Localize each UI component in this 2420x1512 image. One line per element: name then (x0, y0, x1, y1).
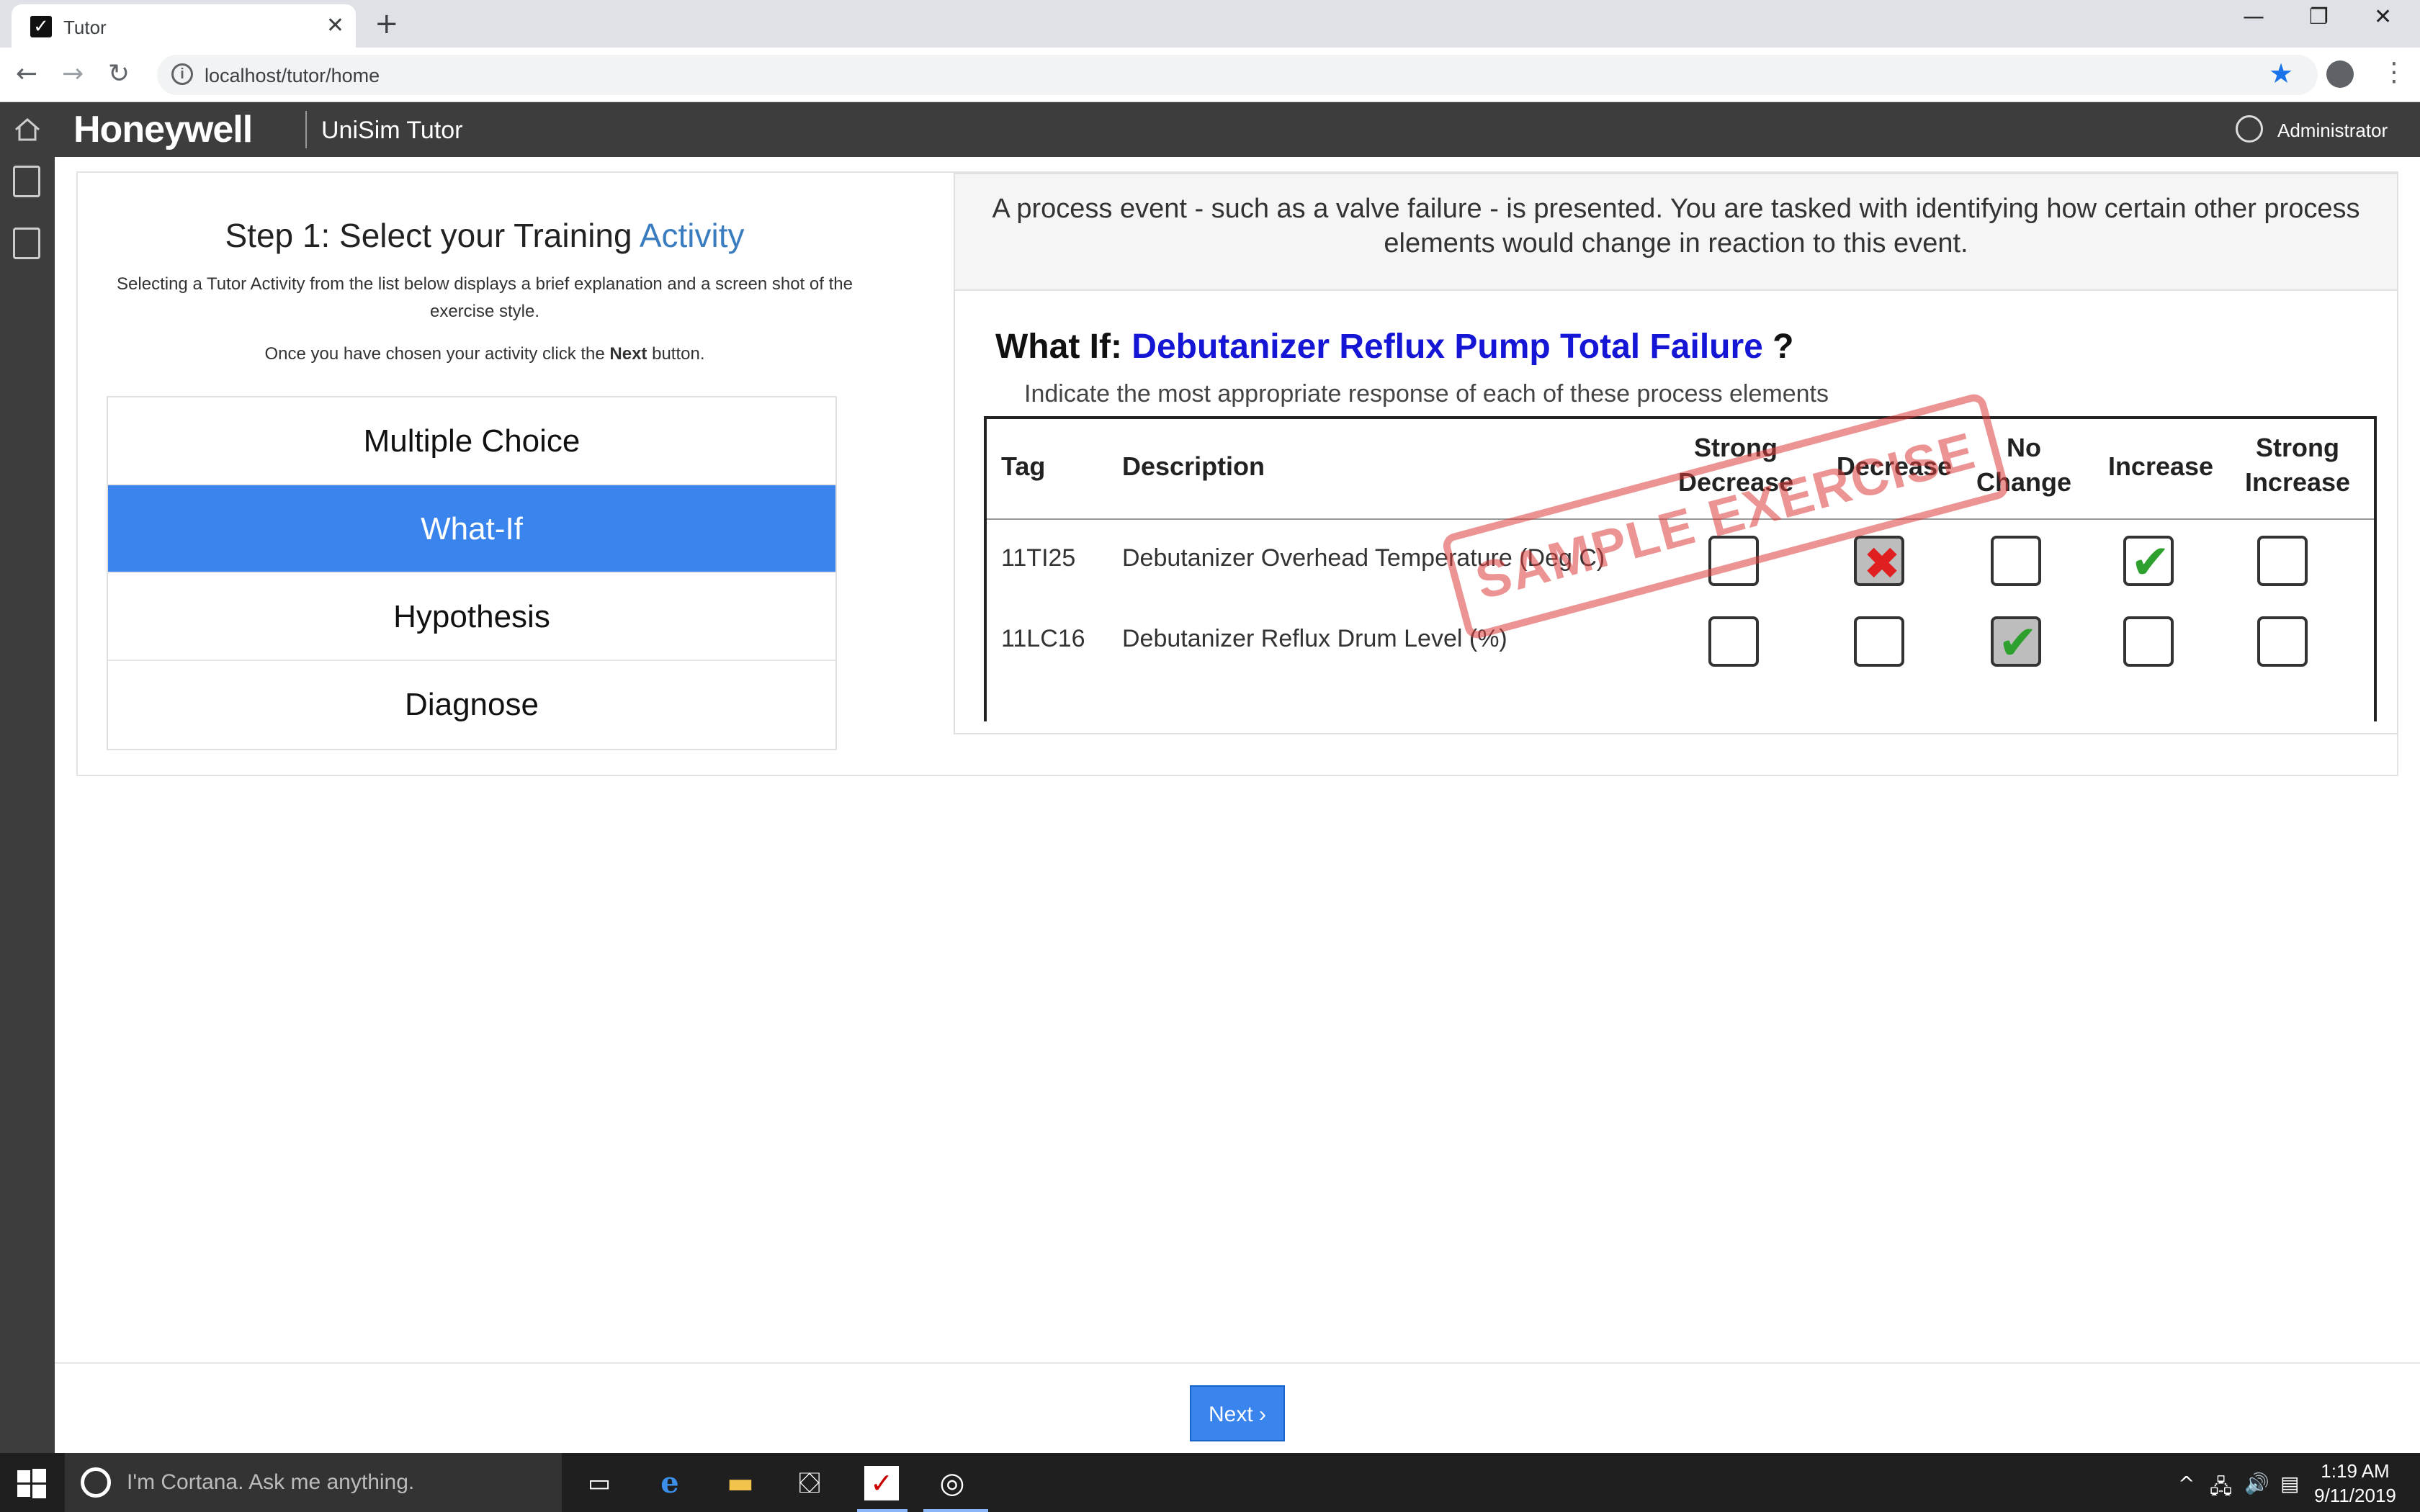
browser-toolbar: ← → ↻ i localhost/tutor/home (0, 48, 2420, 102)
task-view-icon[interactable]: ▭ (582, 1466, 617, 1500)
windows-start-icon[interactable] (16, 1467, 48, 1499)
col-strong-increase-line1: Strong (2256, 433, 2339, 462)
action-center-icon[interactable]: ▤ (2280, 1472, 2299, 1495)
row-2-increase-checkbox (2123, 616, 2174, 667)
row-2-tag: 11LC16 (1001, 625, 1085, 652)
minimize-icon[interactable]: — (2243, 4, 2264, 30)
correct-check-icon: ✔ (1998, 615, 2038, 670)
home-icon[interactable] (13, 115, 42, 144)
activity-list: Multiple Choice What-If Hypothesis Diagn… (107, 396, 837, 750)
cortana-search-box[interactable]: I'm Cortana. Ask me anything. (65, 1453, 562, 1512)
tab-title: Tutor (63, 17, 107, 38)
main-content: Step 1: Select your Training Activity Se… (55, 157, 2420, 1453)
hint-suffix: button. (647, 344, 705, 364)
footer-divider (55, 1362, 2420, 1364)
user-icon[interactable] (2236, 115, 2263, 143)
tutor-app-active-indicator (857, 1509, 908, 1512)
step-title-text: Step 1: Select your Training (225, 217, 640, 254)
row-2-strong-decrease-checkbox (1708, 616, 1759, 667)
activity-diagnose[interactable]: Diagnose (108, 661, 835, 749)
show-hidden-icons-icon[interactable]: ^ (2178, 1472, 2195, 1495)
store-icon[interactable]: ⛋ (792, 1466, 827, 1500)
browser-menu-icon[interactable]: ⋮ (2381, 58, 2407, 87)
row-1-increase-checkbox: ✔ (2123, 534, 2174, 590)
windows-taskbar: I'm Cortana. Ask me anything. ▭ e ▬ ⛋ ✓ … (0, 1453, 2420, 1512)
profile-avatar-icon[interactable] (2326, 60, 2354, 88)
preview-screenshot: What If: Debutanizer Reflux Pump Total F… (984, 318, 2381, 721)
user-name[interactable]: Administrator (2277, 120, 2388, 142)
clock-date: 9/11/2019 (2314, 1485, 2396, 1506)
correct-check-icon: ✔ (2130, 534, 2171, 590)
network-icon[interactable]: 🖧 (2210, 1472, 2232, 1506)
side-rail (0, 157, 55, 1453)
next-button[interactable]: Next › (1190, 1385, 1285, 1441)
row-2-strong-increase-checkbox (2257, 616, 2308, 667)
whatif-instruction: Indicate the most appropriate response o… (1024, 380, 1829, 408)
step-title: Step 1: Select your Training Activity (78, 216, 892, 255)
tutor-app-icon[interactable]: ✓ (864, 1466, 899, 1500)
preview-description: A process event - such as a valve failur… (992, 194, 2360, 258)
restore-icon[interactable]: ❐ (2309, 4, 2329, 30)
row-2-no-change-checkbox: ✔ (1991, 615, 2041, 670)
whatif-title: What If: Debutanizer Reflux Pump Total F… (995, 327, 1794, 366)
training-icon[interactable] (13, 166, 40, 197)
cortana-placeholder[interactable]: I'm Cortana. Ask me anything. (127, 1470, 414, 1495)
col-strong-increase: Strong Increase (2240, 431, 2355, 500)
step-description: Selecting a Tutor Activity from the list… (117, 274, 853, 321)
file-explorer-icon[interactable]: ▬ (723, 1466, 758, 1500)
col-increase: Increase (2107, 451, 2214, 481)
bookmark-star-icon[interactable]: ★ (2269, 58, 2293, 89)
col-strong-increase-line2: Increase (2244, 467, 2351, 497)
activity-hypothesis[interactable]: Hypothesis (108, 573, 835, 661)
row-1-tag: 11TI25 (1001, 544, 1076, 572)
taskbar-clock[interactable]: 1:19 AM 9/11/2019 (2312, 1459, 2398, 1508)
col-description: Description (1122, 451, 1265, 481)
whatif-suffix: ? (1762, 328, 1794, 366)
chrome-browser-icon[interactable]: ◎ (935, 1466, 969, 1500)
tutor-favicon-icon: ✓ (30, 16, 52, 37)
browser-tab[interactable]: ✓ Tutor ✕ (12, 4, 356, 48)
row-2-description: Debutanizer Reflux Drum Level (%) (1122, 625, 1507, 652)
back-icon[interactable]: ← (16, 59, 37, 89)
preview-header: A process event - such as a valve failur… (955, 174, 2397, 291)
brand-divider (305, 111, 307, 148)
edge-browser-icon[interactable]: e (653, 1466, 687, 1500)
activity-preview: A process event - such as a valve failur… (954, 173, 2398, 734)
brand-logo: Honeywell (73, 109, 253, 150)
step-title-accent: Activity (639, 217, 745, 254)
row-1-strong-increase-checkbox (2257, 536, 2308, 586)
hint-next: Next (609, 344, 647, 364)
row-1-decrease-checkbox: ✖ (1854, 536, 1904, 590)
app-header: Honeywell UniSim Tutor Administrator (0, 102, 2420, 157)
url-text[interactable]: localhost/tutor/home (205, 65, 380, 87)
activity-multiple-choice[interactable]: Multiple Choice (108, 397, 835, 485)
site-info-icon[interactable]: i (171, 63, 193, 85)
col-no-change-line1: No (2007, 433, 2041, 462)
row-2-decrease-checkbox (1854, 616, 1904, 667)
address-bar[interactable]: i localhost/tutor/home (157, 55, 2318, 95)
hint-prefix: Once you have chosen your activity click… (264, 344, 610, 364)
forward-icon[interactable]: → (62, 59, 84, 89)
whatif-event: Debutanizer Reflux Pump Total Failure (1131, 328, 1763, 366)
close-tab-icon[interactable]: ✕ (326, 13, 344, 38)
col-tag: Tag (1001, 451, 1046, 481)
activity-selection-card: Step 1: Select your Training Activity Se… (76, 171, 2398, 776)
whatif-prefix: What If: (995, 328, 1132, 366)
browser-tab-strip: ✓ Tutor ✕ + — ❐ ✕ (0, 0, 2420, 48)
step-hint: Once you have chosen your activity click… (107, 344, 863, 364)
wrong-x-icon: ✖ (1863, 537, 1901, 590)
volume-icon[interactable]: 🔊 (2244, 1472, 2269, 1495)
row-1-no-change-checkbox (1991, 536, 2041, 586)
clock-time: 1:19 AM (2321, 1460, 2390, 1482)
activity-what-if[interactable]: What-If (108, 485, 835, 573)
app-title: UniSim Tutor (321, 117, 463, 144)
document-icon[interactable] (13, 228, 40, 259)
reload-icon[interactable]: ↻ (108, 59, 130, 89)
new-tab-icon[interactable]: + (375, 7, 399, 40)
chrome-active-indicator (923, 1509, 988, 1512)
window-close-icon[interactable]: ✕ (2374, 4, 2392, 30)
cortana-icon (81, 1467, 111, 1498)
